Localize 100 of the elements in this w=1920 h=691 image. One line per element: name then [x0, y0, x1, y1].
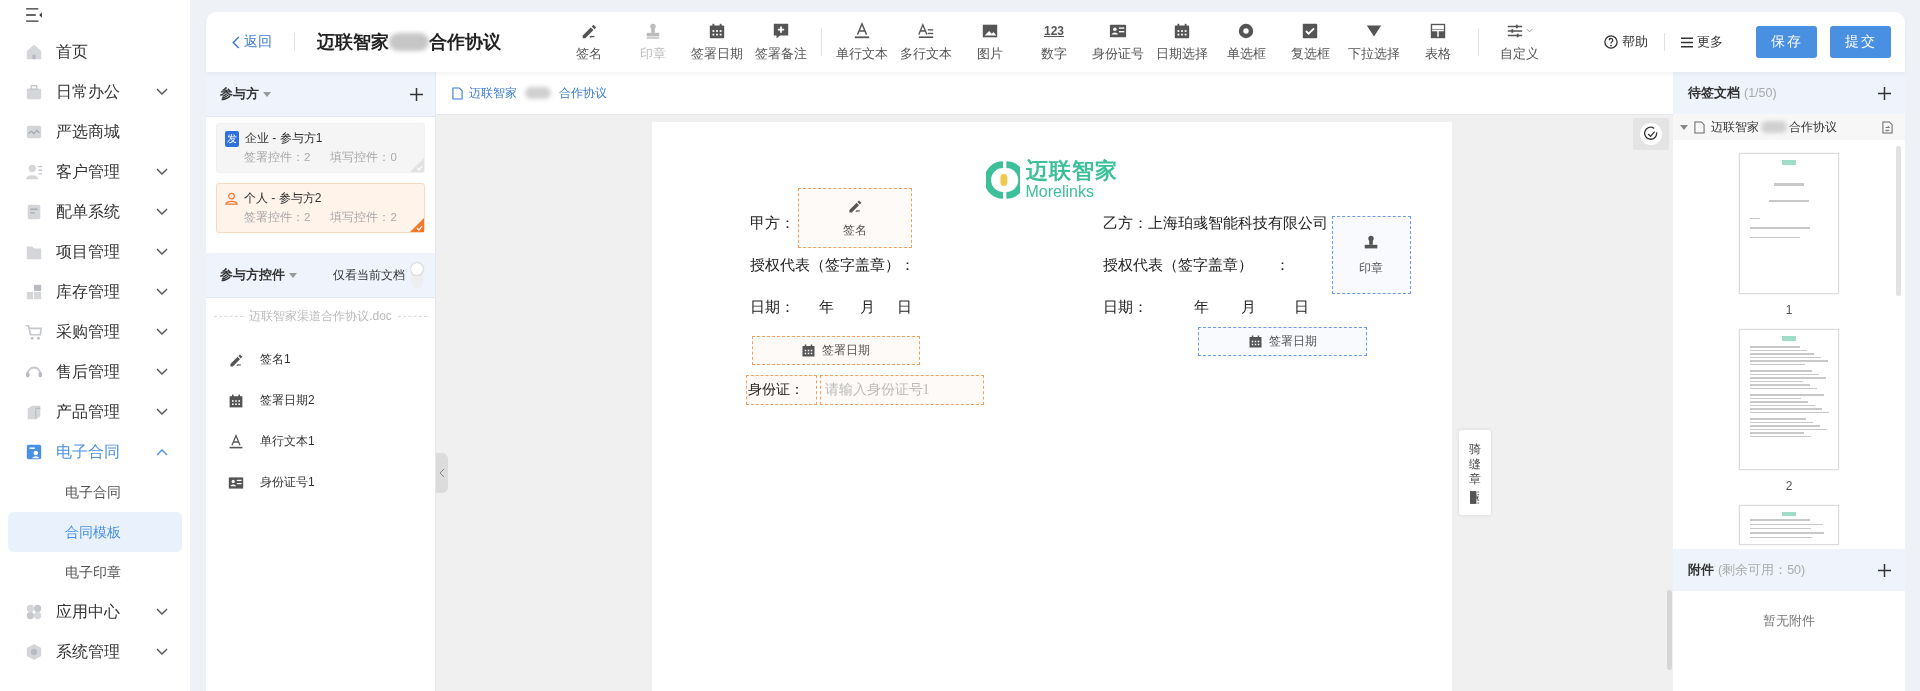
contact-icon: [25, 163, 43, 181]
nav-subitem[interactable]: 电子印章: [8, 552, 182, 592]
caret-icon[interactable]: [1680, 124, 1688, 130]
id-label-field[interactable]: 身份证：: [745, 375, 817, 405]
cart-icon: [25, 323, 43, 341]
tool-button[interactable]: 复选框: [1278, 17, 1342, 67]
add-icon[interactable]: [410, 87, 423, 101]
date-label: 日期：: [749, 299, 795, 315]
signature-field[interactable]: 签名: [797, 188, 912, 248]
text-lines-icon: [917, 21, 935, 40]
chevron-left-icon: [439, 468, 445, 478]
nav-item[interactable]: 应用中心: [0, 592, 190, 632]
collapse-handle[interactable]: [436, 453, 448, 493]
chevron-down-icon: [1525, 28, 1533, 33]
panel-title: 附件: [1688, 561, 1714, 579]
nav-item[interactable]: 售后管理: [0, 352, 190, 392]
chevron-left-icon: [232, 35, 240, 49]
control-item[interactable]: 身份证号1: [206, 462, 435, 503]
back-link[interactable]: 返回: [232, 33, 272, 51]
control-item[interactable]: 单行文本1: [206, 421, 435, 462]
year-label: 年: [818, 299, 834, 315]
party-b-label: 乙方：上海珀彧智能科技有限公司: [1102, 215, 1328, 231]
contract-icon: [25, 443, 43, 461]
nav-item[interactable]: 首页: [0, 32, 190, 72]
toggle-switch[interactable]: [411, 262, 423, 288]
tool-button[interactable]: 单选框: [1214, 17, 1278, 67]
party-card[interactable]: 个人 - 参与方2 签署控件：2 填写控件：2: [216, 183, 425, 233]
party-card[interactable]: 发 企业 - 参与方1 签署控件：2 填写控件：0: [216, 123, 425, 173]
tool-button[interactable]: 签署备注: [749, 17, 813, 67]
nav-subitem[interactable]: 电子合同: [8, 472, 182, 512]
fill-count: 填写控件：0: [330, 150, 397, 165]
document-tab[interactable]: 迈联智家 合作协议: [452, 84, 607, 102]
check-button[interactable]: [1633, 118, 1669, 150]
more-button[interactable]: 更多: [1675, 33, 1729, 51]
nav-item[interactable]: 日常办公: [0, 72, 190, 112]
control-item[interactable]: 签署日期2: [206, 380, 435, 421]
blocks-icon: [25, 283, 43, 301]
id-input-field[interactable]: 请输入身份证号1: [819, 375, 984, 405]
nav-item[interactable]: 产品管理: [0, 392, 190, 432]
representative-label: 授权代表（签字盖章）: [1102, 257, 1253, 273]
tool-button[interactable]: 日期选择: [1150, 17, 1214, 67]
page-thumbnail[interactable]: [1739, 505, 1839, 545]
redaction-blur: [389, 33, 429, 51]
check-corner-icon: [410, 158, 424, 172]
person-icon: [225, 192, 238, 205]
month-label: 月: [1240, 299, 1256, 315]
nav-item[interactable]: 库存管理: [0, 272, 190, 312]
nav-item[interactable]: 严选商城: [0, 112, 190, 152]
menu-collapse-icon[interactable]: [25, 8, 43, 22]
sign-count: 签署控件：2: [244, 210, 311, 225]
toggle-label: 仅看当前文档: [333, 266, 405, 284]
tool-button[interactable]: 单行文本: [830, 17, 894, 67]
seal-field[interactable]: 印章: [1331, 216, 1411, 294]
tool-button[interactable]: 表格: [1406, 17, 1470, 67]
date-field[interactable]: 签署日期: [751, 336, 920, 365]
tool-button[interactable]: 下拉选择: [1342, 17, 1406, 67]
nav-item[interactable]: 系统管理: [0, 632, 190, 672]
tool-button[interactable]: 自定义: [1487, 17, 1551, 67]
file-icon: [1694, 120, 1705, 134]
date-label: 日期：: [1102, 299, 1148, 315]
date-field[interactable]: 签署日期: [1197, 327, 1367, 356]
tool-button[interactable]: 图片: [958, 17, 1022, 67]
help-button[interactable]: 帮助: [1598, 33, 1654, 51]
seam-seal-tab[interactable]: 骑缝章: [1459, 430, 1491, 515]
empty-message: 暂无附件: [1763, 613, 1815, 630]
page-number: 1: [1785, 303, 1793, 317]
logo-text: 迈联智家: [1025, 160, 1118, 182]
document-icon: [25, 203, 43, 221]
document-title: 迈联智家: [317, 31, 389, 54]
menu-icon: [1681, 36, 1693, 48]
nav-item[interactable]: 项目管理: [0, 232, 190, 272]
calendar-icon: [228, 392, 244, 409]
page-thumbnail[interactable]: [1739, 153, 1839, 294]
radio-icon: [1237, 21, 1255, 40]
party-name: 个人 - 参与方2: [244, 190, 322, 207]
page-thumbnail[interactable]: [1739, 329, 1839, 470]
apps-icon: [25, 603, 43, 621]
nav-item[interactable]: 配单系统: [0, 192, 190, 232]
control-item[interactable]: 签名1: [206, 339, 435, 380]
sender-badge: 发: [225, 130, 239, 147]
caret-icon: [263, 91, 271, 97]
add-icon[interactable]: [1878, 86, 1891, 100]
nav-item[interactable]: 采购管理: [0, 312, 190, 352]
tool-button[interactable]: 签署日期: [685, 17, 749, 67]
tool-button[interactable]: 多行文本: [894, 17, 958, 67]
logo-icon: [985, 161, 1020, 199]
caret-icon: [289, 272, 297, 278]
id-card-icon: [228, 474, 244, 491]
tool-button[interactable]: 123 数字: [1022, 17, 1086, 67]
calendar-icon: [1247, 334, 1263, 349]
tool-button[interactable]: 签名: [557, 17, 621, 67]
table-icon: [1429, 21, 1447, 40]
check-circle-icon: [1640, 123, 1662, 145]
add-icon[interactable]: [1878, 563, 1891, 577]
fill-count: 填写控件：2: [330, 210, 397, 225]
nav-item[interactable]: 客户管理: [0, 152, 190, 192]
panel-title[interactable]: 参与方控件: [220, 266, 333, 284]
file-swap-icon[interactable]: [1882, 120, 1893, 134]
tool-button[interactable]: 身份证号: [1086, 17, 1150, 67]
page-number: 2: [1785, 479, 1793, 493]
